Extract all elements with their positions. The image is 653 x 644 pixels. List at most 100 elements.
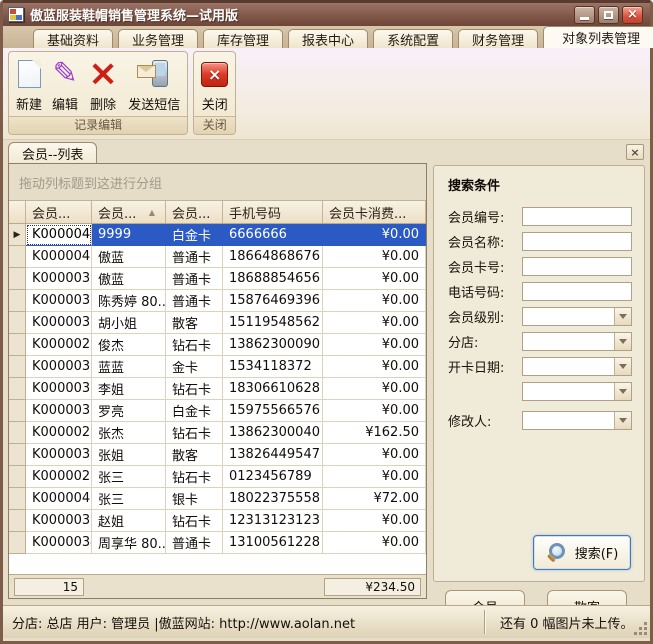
grid-cell[interactable]: ¥0.00 xyxy=(323,268,426,290)
grid-cell[interactable]: ¥72.00 xyxy=(323,488,426,510)
grid-cell[interactable]: 普通卡 xyxy=(166,290,223,312)
chevron-down-icon[interactable] xyxy=(614,358,631,375)
grid-cell[interactable]: 钻石卡 xyxy=(166,378,223,400)
chevron-down-icon[interactable] xyxy=(614,333,631,350)
grid-cell[interactable]: 15119548562 xyxy=(223,312,323,334)
table-row[interactable]: K0000031胡小姐散客15119548562¥0.00 xyxy=(9,312,426,334)
grid-cell[interactable]: ¥0.00 xyxy=(323,444,426,466)
grid-cell[interactable]: K0000038 xyxy=(26,400,92,422)
row-indicator-cell[interactable] xyxy=(9,466,26,488)
grid-cell[interactable]: 0123456789 xyxy=(223,466,323,488)
grid-cell[interactable]: 普通卡 xyxy=(166,246,223,268)
row-indicator-cell[interactable] xyxy=(9,246,26,268)
close-tab-button[interactable]: × 关闭 xyxy=(196,53,233,116)
edit-button[interactable]: ✎ 编辑 xyxy=(47,53,83,116)
grid-cell[interactable]: 周享华 80... xyxy=(92,532,166,554)
grid-cell[interactable]: ¥0.00 xyxy=(323,466,426,488)
grid-cell[interactable]: K0000042 xyxy=(26,224,92,246)
grid-cell[interactable]: 张姐 xyxy=(92,444,166,466)
table-row[interactable]: K0000041张三银卡18022375558¥72.00 xyxy=(9,488,426,510)
row-indicator-cell[interactable] xyxy=(9,268,26,290)
column-header-member-level[interactable]: 会员... xyxy=(166,201,223,223)
grid-cell[interactable]: 钻石卡 xyxy=(166,466,223,488)
group-by-panel[interactable]: 拖动列标题到这进行分组 xyxy=(9,164,426,201)
grid-cell[interactable]: 散客 xyxy=(166,444,223,466)
table-row[interactable]: K0000030张姐散客13826449547¥0.00 xyxy=(9,444,426,466)
row-indicator-cell[interactable] xyxy=(9,356,26,378)
grid-cell[interactable]: 普通卡 xyxy=(166,532,223,554)
grid-cell[interactable]: ¥0.00 xyxy=(323,224,426,246)
minimize-button[interactable] xyxy=(574,6,595,24)
delete-button[interactable]: × 删除 xyxy=(83,53,123,116)
grid-cell[interactable]: 金卡 xyxy=(166,356,223,378)
grid-cell[interactable]: 张三 xyxy=(92,466,166,488)
combo-input[interactable] xyxy=(522,332,632,351)
row-indicator-cell[interactable] xyxy=(9,532,26,554)
table-row[interactable]: K0000038罗亮白金卡15975566576¥0.00 xyxy=(9,400,426,422)
bottom-button-member[interactable]: 会员 xyxy=(445,590,525,605)
ribbon-tab-5[interactable]: 财务管理 xyxy=(458,29,538,48)
grid-cell[interactable]: 赵姐 xyxy=(92,510,166,532)
row-indicator-cell[interactable] xyxy=(9,400,26,422)
row-indicator-cell[interactable] xyxy=(9,510,26,532)
grid-cell[interactable]: K0000026 xyxy=(26,334,92,356)
table-row[interactable]: ▶K00000429999白金卡6666666¥0.00 xyxy=(9,224,426,246)
table-row[interactable]: K0000035李姐钻石卡18306610628¥0.00 xyxy=(9,378,426,400)
table-row[interactable]: K0000025张杰钻石卡13862300040¥162.50 xyxy=(9,422,426,444)
row-indicator-cell[interactable] xyxy=(9,378,26,400)
table-row[interactable]: K0000034周享华 80...普通卡13100561228¥0.00 xyxy=(9,532,426,554)
tab-member-list[interactable]: 会员--列表 xyxy=(8,142,97,163)
grid-cell[interactable]: K0000030 xyxy=(26,444,92,466)
row-indicator-cell[interactable] xyxy=(9,444,26,466)
combo-input[interactable] xyxy=(522,357,632,376)
document-close-button[interactable]: × xyxy=(626,144,644,160)
grid-cell[interactable]: 散客 xyxy=(166,312,223,334)
table-row[interactable]: K0000040傲蓝普通卡18664868676¥0.00 xyxy=(9,246,426,268)
grid-cell[interactable]: K0000037 xyxy=(26,510,92,532)
grid-cell[interactable]: 罗亮 xyxy=(92,400,166,422)
row-indicator-cell[interactable] xyxy=(9,290,26,312)
grid-cell[interactable]: 13100561228 xyxy=(223,532,323,554)
grid-cell[interactable]: 13862300040 xyxy=(223,422,323,444)
grid-cell[interactable]: 1534118372 xyxy=(223,356,323,378)
bottom-button-walkin[interactable]: 散客 xyxy=(547,590,627,605)
ribbon-tab-1[interactable]: 业务管理 xyxy=(118,29,198,48)
row-indicator-cell[interactable] xyxy=(9,312,26,334)
grid-cell[interactable]: ¥0.00 xyxy=(323,334,426,356)
grid-cell[interactable]: 张杰 xyxy=(92,422,166,444)
search-button[interactable]: 搜索(F) xyxy=(533,535,631,570)
grid-cell[interactable]: 15876469396 xyxy=(223,290,323,312)
grid-cell[interactable]: 15975566576 xyxy=(223,400,323,422)
ribbon-tab-2[interactable]: 库存管理 xyxy=(203,29,283,48)
grid-cell[interactable]: K0000025 xyxy=(26,422,92,444)
grid-cell[interactable]: 13862300090 xyxy=(223,334,323,356)
maximize-button[interactable] xyxy=(598,6,619,24)
grid-cell[interactable]: K0000041 xyxy=(26,488,92,510)
grid-cell[interactable]: ¥0.00 xyxy=(323,378,426,400)
new-button[interactable]: 新建 xyxy=(11,53,47,116)
grid-cell[interactable]: 白金卡 xyxy=(166,400,223,422)
table-row[interactable]: K0000036蓝蓝金卡1534118372¥0.00 xyxy=(9,356,426,378)
grid-cell[interactable]: 白金卡 xyxy=(166,224,223,246)
send-sms-button[interactable]: 发送短信 xyxy=(123,53,185,116)
table-row[interactable]: K0000023张三钻石卡0123456789¥0.00 xyxy=(9,466,426,488)
row-indicator-cell[interactable] xyxy=(9,488,26,510)
column-header-card-consume[interactable]: 会员卡消费... xyxy=(323,201,426,223)
grid-cell[interactable]: 蓝蓝 xyxy=(92,356,166,378)
chevron-down-icon[interactable] xyxy=(614,383,631,400)
column-header-member-code[interactable]: 会员... xyxy=(26,201,92,223)
column-header-member-name[interactable]: 会员...▲ xyxy=(92,201,166,223)
grid-cell[interactable]: ¥0.00 xyxy=(323,532,426,554)
grid-cell[interactable]: ¥0.00 xyxy=(323,356,426,378)
grid-cell[interactable]: 俊杰 xyxy=(92,334,166,356)
grid-cell[interactable]: 钻石卡 xyxy=(166,422,223,444)
combo-input[interactable] xyxy=(522,382,632,401)
table-row[interactable]: K0000037赵姐钻石卡12313123123¥0.00 xyxy=(9,510,426,532)
grid-cell[interactable]: 18306610628 xyxy=(223,378,323,400)
grid-cell[interactable]: 18664868676 xyxy=(223,246,323,268)
grid-cell[interactable]: K0000040 xyxy=(26,246,92,268)
grid-cell[interactable]: 钻石卡 xyxy=(166,510,223,532)
grid-cell[interactable]: 9999 xyxy=(92,224,166,246)
table-row[interactable]: K0000026俊杰钻石卡13862300090¥0.00 xyxy=(9,334,426,356)
grid-cell[interactable]: 18022375558 xyxy=(223,488,323,510)
